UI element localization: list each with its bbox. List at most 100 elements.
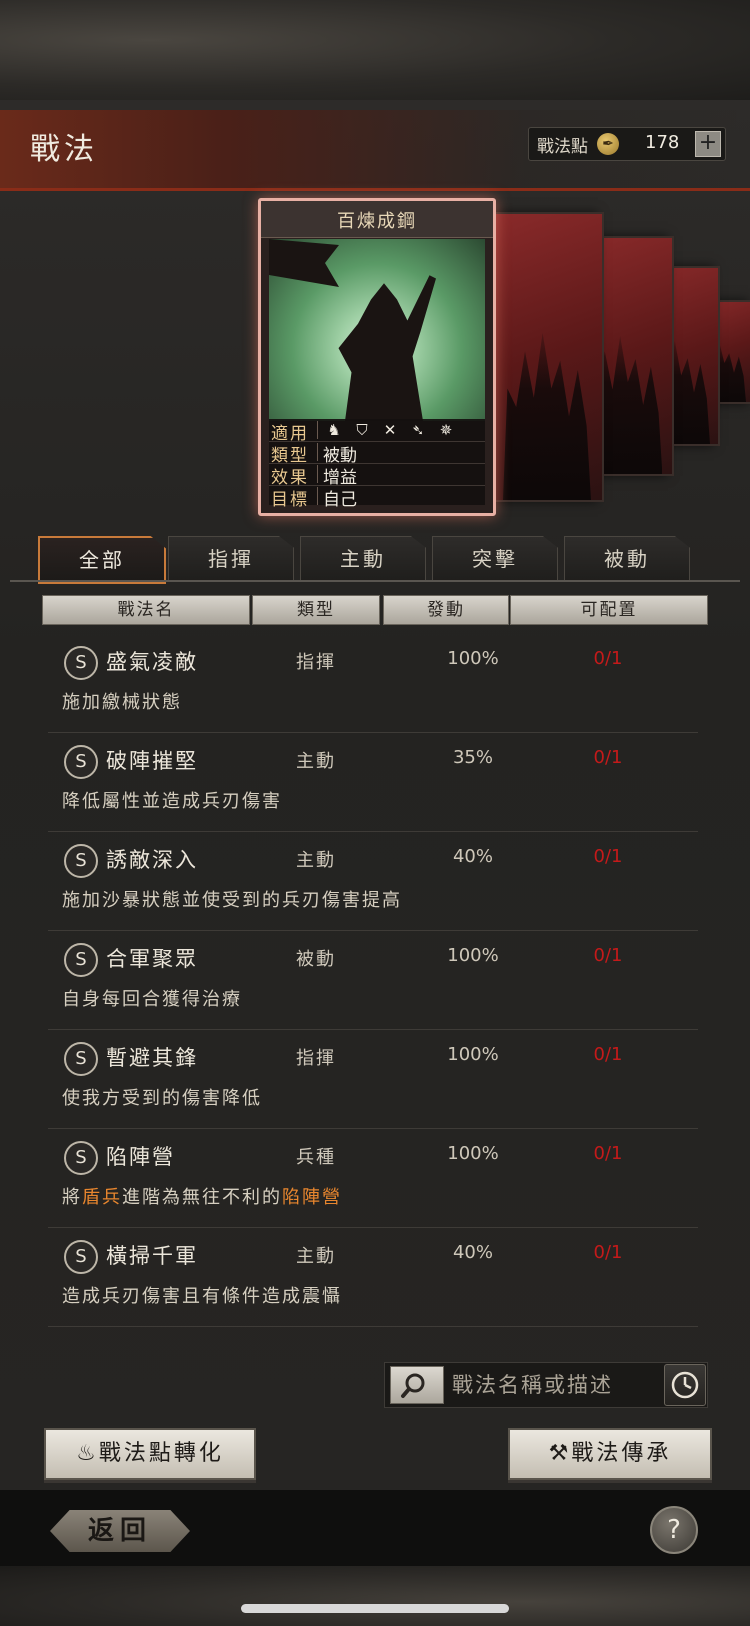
tactic-slots: 0/1	[593, 1242, 623, 1263]
card-title: 百煉成鋼	[337, 211, 417, 232]
tactic-row[interactable]: S 盛氣凌敵 指揮 100% 0/1 施加繳械狀態	[48, 636, 698, 733]
card-info-row-applicable: 適用 ♞ ⛉ ✕ ➴ ✵	[269, 419, 485, 444]
tactic-slots: 0/1	[593, 1143, 623, 1164]
shield-icon: ⛉	[356, 421, 368, 439]
tactic-points-box: 戰法點 ✒ 178 +	[528, 127, 726, 161]
column-header-type[interactable]: 類型	[252, 595, 380, 625]
highlight-unit-xianzhen: 陷陣營	[282, 1187, 342, 1208]
divider	[317, 465, 318, 483]
search-button[interactable]	[390, 1366, 444, 1404]
tactic-type: 主動	[296, 1246, 336, 1267]
tactic-type: 主動	[296, 751, 336, 772]
tactic-name: 陷陣營	[106, 1145, 175, 1169]
banner-silhouette	[269, 239, 339, 287]
tactic-trigger-rate: 100%	[447, 1044, 499, 1065]
highlight-unit-shield: 盾兵	[82, 1187, 122, 1208]
grade-badge: S	[64, 1042, 98, 1076]
tactic-slots: 0/1	[593, 648, 623, 669]
card-info-panel: 適用 ♞ ⛉ ✕ ➴ ✵ 類型 被動 效果 增益 目標 自己	[269, 419, 485, 510]
page-title: 戰法	[30, 132, 98, 167]
featured-tactic-card[interactable]: 百煉成鋼 適用 ♞ ⛉ ✕ ➴ ✵ 類型 被動 效果 增益 目標 自己	[258, 198, 496, 516]
tactic-type: 被動	[296, 949, 336, 970]
tab-all[interactable]: 全部	[38, 536, 166, 584]
card-title-bar: 百煉成鋼	[261, 201, 493, 238]
tactic-row[interactable]: S 陷陣營 兵種 100% 0/1 將盾兵進階為無往不利的陷陣營	[48, 1131, 698, 1228]
card-info-row-effect: 效果 增益	[269, 463, 485, 488]
card-info-value: 自己	[323, 490, 357, 510]
tactic-type: 主動	[296, 850, 336, 871]
tactic-row[interactable]: S 橫掃千軍 主動 40% 0/1 造成兵刃傷害且有條件造成震懾	[48, 1230, 698, 1327]
tab-divider	[10, 580, 740, 582]
stacked-card[interactable]	[490, 212, 604, 502]
tactic-name: 橫掃千軍	[106, 1244, 198, 1268]
siege-icon: ✵	[439, 421, 453, 439]
inherit-tactic-label: 戰法傳承	[571, 1441, 672, 1466]
tactic-description: 降低屬性並造成兵刃傷害	[62, 791, 282, 812]
tab-assault[interactable]: 突擊	[432, 536, 558, 581]
tactic-description: 造成兵刃傷害且有條件造成震懾	[62, 1286, 342, 1307]
tab-passive[interactable]: 被動	[564, 536, 690, 581]
tactic-type: 指揮	[296, 1048, 336, 1069]
add-points-button[interactable]: +	[695, 131, 721, 157]
search-input[interactable]	[450, 1366, 662, 1404]
grade-badge: S	[64, 1141, 98, 1175]
tactic-name: 合軍聚眾	[106, 947, 198, 971]
tactic-slots: 0/1	[593, 1044, 623, 1065]
inherit-tactic-button[interactable]: ⚒戰法傳承	[508, 1428, 712, 1480]
card-info-key: 目標	[271, 490, 309, 510]
tactic-slots: 0/1	[593, 846, 623, 867]
bow-icon: ✕	[383, 421, 397, 439]
tab-command[interactable]: 指揮	[168, 536, 294, 581]
grade-badge: S	[64, 844, 98, 878]
tactic-row[interactable]: S 破陣摧堅 主動 35% 0/1 降低屬性並造成兵刃傷害	[48, 735, 698, 832]
tactic-name: 破陣摧堅	[106, 749, 198, 773]
tactic-points-value: 178	[645, 132, 680, 153]
convert-points-label: 戰法點轉化	[98, 1441, 224, 1466]
tactic-description: 將盾兵進階為無往不利的陷陣營	[62, 1183, 342, 1209]
tactic-description: 使我方受到的傷害降低	[62, 1088, 262, 1109]
description-text: 將	[62, 1187, 82, 1208]
card-artwork	[269, 239, 485, 421]
tactic-name: 盛氣凌敵	[106, 650, 198, 674]
back-button[interactable]: 返回	[50, 1510, 190, 1552]
grade-badge: S	[64, 1240, 98, 1274]
tactic-points-label: 戰法點	[537, 137, 588, 157]
tactic-row[interactable]: S 合軍聚眾 被動 100% 0/1 自身每回合獲得治療	[48, 933, 698, 1030]
tactic-row[interactable]: S 暫避其鋒 指揮 100% 0/1 使我方受到的傷害降低	[48, 1032, 698, 1129]
tactic-description: 施加沙暴狀態並使受到的兵刃傷害提高	[62, 890, 402, 911]
home-indicator[interactable]	[241, 1604, 509, 1613]
tactic-trigger-rate: 100%	[447, 648, 499, 669]
tactic-slots: 0/1	[593, 945, 623, 966]
bottom-cloud-decoration	[0, 1566, 750, 1626]
tactic-trigger-rate: 100%	[447, 1143, 499, 1164]
tactic-name: 誘敵深入	[106, 848, 198, 872]
divider	[317, 421, 318, 439]
flame-icon: ♨	[76, 1441, 99, 1466]
quill-coin-icon: ✒	[597, 133, 619, 155]
card-info-row-target: 目標 自己	[269, 485, 485, 510]
column-header-trigger[interactable]: 發動	[383, 595, 509, 625]
tactic-trigger-rate: 100%	[447, 945, 499, 966]
tactic-name: 暫避其鋒	[106, 1046, 198, 1070]
tactic-trigger-rate: 35%	[452, 747, 493, 768]
tab-active[interactable]: 主動	[300, 536, 426, 581]
tactic-type: 兵種	[296, 1147, 336, 1168]
grade-badge: S	[64, 646, 98, 680]
card-info-row-type: 類型 被動	[269, 441, 485, 466]
cavalry-icon: ♞	[327, 421, 341, 439]
tactic-slots: 0/1	[593, 747, 623, 768]
column-header-assignable[interactable]: 可配置	[510, 595, 708, 625]
hammer-icon: ⚒	[548, 1441, 572, 1466]
tactic-trigger-rate: 40%	[452, 846, 493, 867]
help-button[interactable]: ?	[650, 1506, 698, 1554]
column-header-name[interactable]: 戰法名	[42, 595, 250, 625]
history-button[interactable]	[664, 1364, 706, 1406]
warrior-silhouette	[338, 275, 436, 421]
tactic-row[interactable]: S 誘敵深入 主動 40% 0/1 施加沙暴狀態並使受到的兵刃傷害提高	[48, 834, 698, 931]
convert-points-button[interactable]: ♨戰法點轉化	[44, 1428, 256, 1480]
grade-badge: S	[64, 943, 98, 977]
spear-icon: ➴	[411, 421, 425, 439]
tactic-description: 自身每回合獲得治療	[62, 989, 242, 1010]
search-icon	[401, 1373, 425, 1398]
grade-badge: S	[64, 745, 98, 779]
